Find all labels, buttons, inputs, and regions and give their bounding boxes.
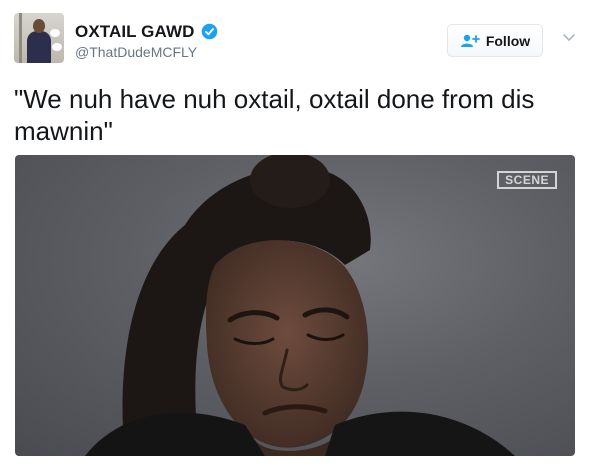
avatar[interactable] (14, 13, 64, 63)
verified-badge-icon (201, 23, 218, 40)
tweet-media-image[interactable]: SCENE (15, 155, 575, 456)
tweet-text: "We nuh have nuh oxtail, oxtail done fro… (14, 84, 535, 146)
chevron-down-icon[interactable] (563, 33, 575, 43)
display-name[interactable]: OXTAIL GAWD (75, 22, 194, 42)
avatar-decoration (52, 43, 62, 51)
follow-button[interactable]: Follow (447, 24, 543, 57)
scene-watermark: SCENE (497, 171, 557, 189)
avatar-pole (19, 13, 22, 63)
avatar-decoration (50, 29, 60, 37)
add-user-icon (460, 34, 480, 47)
avatar-figure-body (27, 31, 51, 63)
avatar-figure-head (33, 19, 45, 33)
user-handle[interactable]: @ThatDudeMCFLY (75, 44, 197, 60)
media-still-frame (85, 155, 515, 456)
follow-button-label: Follow (485, 32, 531, 49)
